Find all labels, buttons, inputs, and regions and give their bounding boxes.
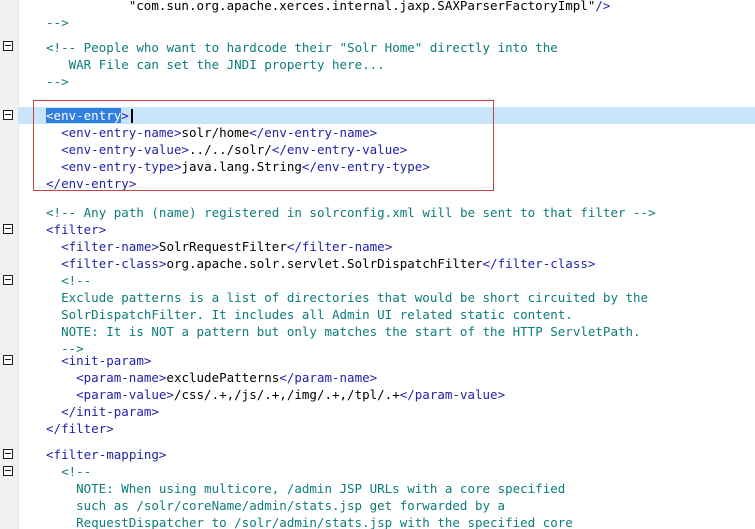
code-line[interactable]: <filter-name>SolrRequestFilter</filter-n… (0, 238, 755, 255)
code-line[interactable]: <env-entry-value>../../solr/</env-entry-… (0, 141, 755, 158)
xml-tag-token: <param-name> (76, 370, 167, 385)
xml-text-token: SolrRequestFilter (158, 239, 287, 254)
xml-text-token: java.lang.String (181, 159, 302, 174)
fold-toggle-minus-icon[interactable] (3, 466, 13, 476)
code-line[interactable]: </filter> (0, 420, 755, 437)
current-line-gutter-highlight (18, 107, 19, 124)
fold-toggle-minus-icon[interactable] (3, 41, 13, 51)
fold-toggle-minus-icon[interactable] (3, 449, 13, 459)
xml-tag-token: </filter-name> (286, 239, 393, 254)
code-line[interactable]: <param-name>excludePatterns</param-name> (0, 369, 755, 386)
xml-text-token: excludePatterns (166, 370, 280, 385)
xml-tag-token: <env-entry-value> (61, 142, 190, 157)
xml-text-token: org.apache.solr.servlet.SolrDispatchFilt… (166, 256, 483, 271)
code-line[interactable]: <env-entry> (0, 107, 755, 124)
code-line[interactable]: </env-entry> (0, 175, 755, 192)
code-folding-gutter[interactable] (0, 0, 19, 529)
fold-toggle-minus-icon[interactable] (3, 110, 13, 120)
xml-tag-token: /> (595, 0, 611, 13)
code-line[interactable]: <filter-class>org.apache.solr.servlet.So… (0, 255, 755, 272)
xml-text-token: /css/.+,/js/.+,/img/.+,/tpl/.+ (173, 387, 400, 402)
xml-comment-token: such as /solr/coreName/admin/stats.jsp g… (76, 498, 506, 513)
code-line[interactable]: <init-param> (0, 352, 755, 369)
xml-tag-token: </param-value> (399, 387, 506, 402)
fold-toggle-minus-icon[interactable] (3, 275, 13, 285)
text-caret (131, 109, 133, 123)
code-line[interactable]: WAR File can set the JNDI property here.… (0, 56, 755, 73)
xml-tag-token: <filter> (46, 222, 107, 237)
code-line[interactable]: <!-- People who want to hardcode their "… (0, 39, 755, 56)
xml-comment-token: <!-- (61, 273, 92, 288)
code-line[interactable]: NOTE: It is NOT a pattern but only match… (0, 323, 755, 340)
xml-tag-token: <param-value> (76, 387, 174, 402)
xml-tag-token: </filter> (46, 421, 114, 436)
code-text-area[interactable]: "com.sun.org.apache.xerces.internal.jaxp… (0, 0, 755, 529)
code-line[interactable]: RequestDispatcher to /solr/admin/stats.j… (0, 514, 755, 529)
xml-comment-token: Exclude patterns is a list of directorie… (61, 290, 649, 305)
code-line[interactable]: "com.sun.org.apache.xerces.internal.jaxp… (0, 0, 755, 14)
code-line[interactable]: NOTE: When using multicore, /admin JSP U… (0, 480, 755, 497)
xml-tag-token: <env-entry-type> (61, 159, 182, 174)
xml-comment-token: <!-- (61, 464, 92, 479)
code-line[interactable]: --> (0, 73, 755, 90)
code-line[interactable]: <filter> (0, 221, 755, 238)
code-line[interactable]: <param-value>/css/.+,/js/.+,/img/.+,/tpl… (0, 386, 755, 403)
code-line[interactable]: Exclude patterns is a list of directorie… (0, 289, 755, 306)
xml-comment-token: NOTE: It is NOT a pattern but only match… (61, 324, 641, 339)
xml-comment-token: NOTE: When using multicore, /admin JSP U… (76, 481, 566, 496)
xml-comment-token: --> (46, 74, 69, 89)
code-line[interactable]: SolrDispatchFilter. It includes all Admi… (0, 306, 755, 323)
xml-comment-token: <!-- People who want to hardcode their "… (46, 40, 558, 55)
selected-text-token: <env-entry (46, 108, 122, 123)
xml-tag-token: </env-entry-type> (301, 159, 430, 174)
fold-toggle-minus-icon[interactable] (3, 355, 13, 365)
xml-text-token: "com.sun.org.apache.xerces.internal.jaxp… (128, 0, 596, 13)
code-line[interactable]: </init-param> (0, 403, 755, 420)
xml-comment-token: --> (46, 15, 69, 30)
xml-comment-token: <!-- Any path (name) registered in solrc… (46, 205, 656, 220)
xml-comment-token: RequestDispatcher to /solr/admin/stats.j… (76, 515, 573, 529)
code-line[interactable]: --> (0, 14, 755, 31)
xml-tag-token: <filter-class> (61, 256, 167, 271)
code-line[interactable]: <!-- (0, 272, 755, 289)
code-line[interactable] (0, 90, 755, 107)
xml-tag-token: </env-entry-value> (271, 142, 408, 157)
xml-tag-token: </init-param> (61, 404, 159, 419)
xml-tag-token: <filter-mapping> (46, 447, 167, 462)
code-line[interactable]: <env-entry-name>solr/home</env-entry-nam… (0, 124, 755, 141)
code-line[interactable]: such as /solr/coreName/admin/stats.jsp g… (0, 497, 755, 514)
xml-tag-token: <init-param> (61, 353, 152, 368)
xml-tag-token: </filter-class> (482, 256, 596, 271)
xml-tag-token: </env-entry-name> (249, 125, 378, 140)
xml-tag-token: <filter-name> (61, 239, 159, 254)
fold-toggle-minus-icon[interactable] (3, 224, 13, 234)
code-line[interactable]: <!-- Any path (name) registered in solrc… (0, 204, 755, 221)
xml-comment-token: SolrDispatchFilter. It includes all Admi… (61, 307, 573, 322)
xml-text-token: solr/home (181, 125, 250, 140)
xml-comment-token: WAR File can set the JNDI property here.… (68, 57, 385, 72)
xml-text-token: ../../solr/ (189, 142, 272, 157)
code-line[interactable]: <filter-mapping> (0, 446, 755, 463)
xml-tag-token: </env-entry> (46, 176, 137, 191)
xml-tag-token: <env-entry-name> (61, 125, 182, 140)
xml-tag-token: > (121, 108, 129, 123)
xml-code-editor[interactable]: "com.sun.org.apache.xerces.internal.jaxp… (0, 0, 755, 529)
code-line[interactable]: <!-- (0, 463, 755, 480)
code-line[interactable]: <env-entry-type>java.lang.String</env-en… (0, 158, 755, 175)
xml-tag-token: </param-name> (279, 370, 378, 385)
